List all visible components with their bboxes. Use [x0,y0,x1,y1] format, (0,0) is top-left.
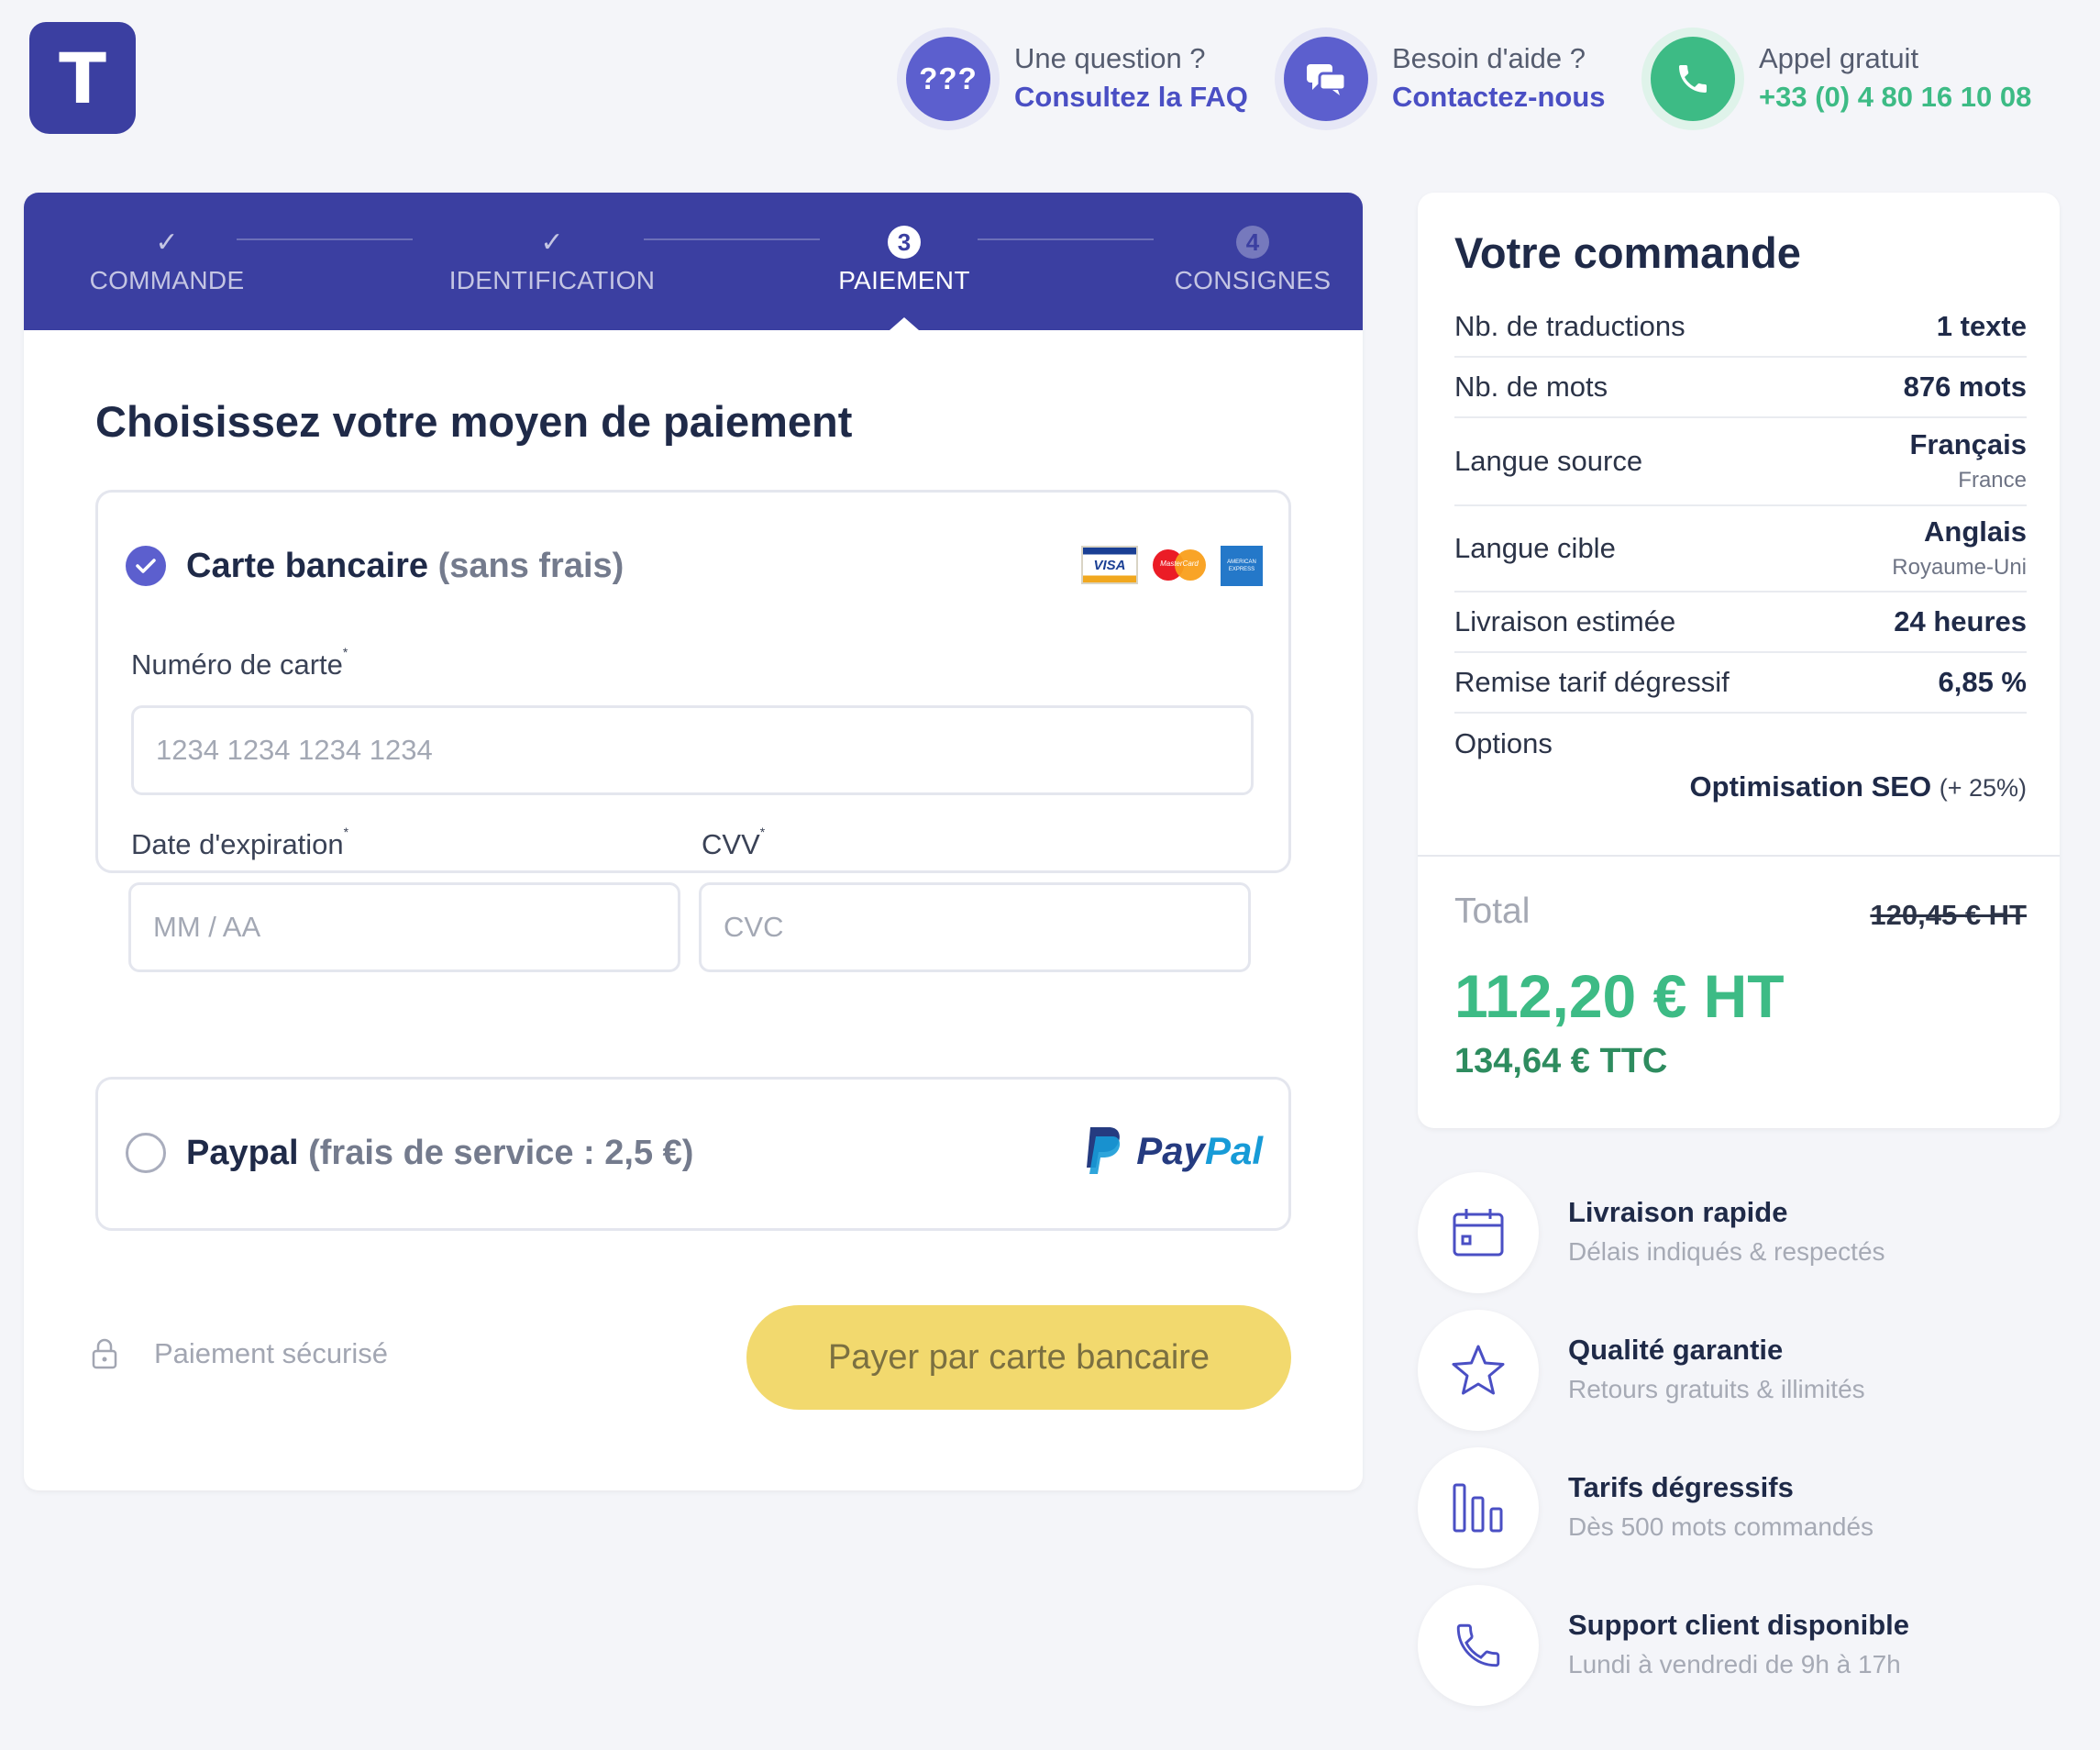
feature-subtitle: Retours gratuits & illimités [1568,1375,1865,1403]
page-title: Choisissez votre moyen de paiement [95,397,853,446]
radio-unselected[interactable] [126,1133,166,1173]
divider [1418,855,2060,857]
feature-item: Qualité garantie Retours gratuits & illim… [1418,1310,1865,1431]
pay-button[interactable]: Payer par carte bancaire [746,1305,1291,1410]
check-icon: ✓ [155,227,179,258]
card-number-input[interactable]: 1234 1234 1234 1234 [131,705,1254,795]
payment-card: ✓ COMMANDE ✓ IDENTIFICATION 3 PAIEMENT 4… [24,193,1363,1490]
feature-item: Livraison rapide Délais indiqués & respec… [1418,1172,1885,1293]
summary-row: Options [1454,727,1553,759]
paypal-payment-option[interactable]: Paypal (frais de service : 2,5 €) Pay Pal [95,1077,1291,1231]
old-price: 120,45 € HT [1870,899,2027,931]
step-commande[interactable]: ✓ COMMANDE [42,193,292,330]
summary-row: Livraison estimée 24 heures [1454,593,2027,653]
step-label: COMMANDE [89,266,245,294]
paypal-option-label: Paypal [186,1133,299,1172]
visa-icon: VISA [1081,546,1138,584]
cvv-input[interactable]: CVC [699,882,1251,972]
selected-option: Optimisation SEO (+ 25%) [1689,770,2027,803]
call-label: Appel gratuit [1759,42,1919,74]
summary-row: Nb. de mots 876 mots [1454,358,2027,418]
card-payment-option[interactable]: Carte bancaire (sans frais) VISA MasterC… [95,490,1291,873]
order-title: Votre commande [1454,228,1801,277]
lock-icon [92,1338,117,1369]
feature-subtitle: Dès 500 mots commandés [1568,1512,1874,1541]
faq-icon: ??? [897,28,1000,130]
feature-item: Tarifs dégressifs Dès 500 mots commandés [1418,1447,1873,1568]
step-label: PAIEMENT [838,266,970,294]
contact-link[interactable]: Besoin d'aide ? Contactez-nous [1275,28,1606,130]
card-option-header[interactable]: Carte bancaire (sans frais) [126,546,624,586]
checkout-steps: ✓ COMMANDE ✓ IDENTIFICATION 3 PAIEMENT 4… [24,193,1363,330]
feature-title: Livraison rapide [1568,1196,1788,1228]
card-number-label: Numéro de carte* [131,645,348,681]
summary-row: Langue cible Anglais Royaume-Uni [1454,506,2027,593]
star-icon [1418,1310,1539,1431]
price-ttc: 134,64 € TTC [1454,1042,1668,1080]
step-paiement: 3 PAIEMENT [812,193,996,330]
company-logo[interactable]: T [29,22,136,134]
feature-title: Qualité garantie [1568,1334,1784,1366]
step-label: CONSIGNES [1174,266,1332,294]
step-identification[interactable]: ✓ IDENTIFICATION [407,193,697,330]
feature-title: Support client disponible [1568,1609,1909,1641]
step-number: 3 [888,226,921,259]
card-brand-logos: VISA MasterCard AMERICAN EXPRESS [1081,546,1263,586]
secure-label: Paiement sécurisé [154,1337,389,1369]
chat-icon [1275,28,1377,130]
summary-row: Langue source Français France [1454,418,2027,506]
contact-link-text[interactable]: Contactez-nous [1392,77,1606,117]
step-label: IDENTIFICATION [448,266,656,294]
calendar-icon [1418,1172,1539,1293]
check-icon: ✓ [540,227,564,258]
step-consignes: 4 CONSIGNES [1161,193,1344,330]
mastercard-icon: MasterCard [1151,546,1208,584]
phone-icon [1641,28,1744,130]
amex-icon: AMERICAN EXPRESS [1221,546,1263,586]
secure-payment-note: Paiement sécurisé [90,1337,388,1370]
help-question: Besoin d'aide ? [1392,42,1586,74]
faq-link-text[interactable]: Consultez la FAQ [1014,77,1248,117]
paypal-option-header[interactable]: Paypal (frais de service : 2,5 €) [126,1133,693,1173]
paypal-option-fee: (frais de service : 2,5 €) [308,1133,694,1172]
feature-subtitle: Lundi à vendredi de 9h à 17h [1568,1650,1901,1678]
summary-row: Remise tarif dégressif 6,85 % [1454,653,2027,714]
card-option-fee: (sans frais) [437,546,624,585]
logo-letter: T [59,37,106,119]
feature-subtitle: Délais indiqués & respectés [1568,1237,1885,1266]
price-ht: 112,20 € HT [1454,962,1785,1030]
expiry-label: Date d'expiration* [131,825,349,860]
phone-icon [1418,1585,1539,1706]
paypal-logo-icon: Pay Pal [1083,1125,1263,1177]
feature-item: Support client disponible Lundi à vendred… [1418,1585,1909,1706]
order-summary: Votre commande Nb. de traductions 1 texte… [1418,193,2060,1128]
expiry-input[interactable]: MM / AA [128,882,680,972]
total-label: Total [1454,892,1531,931]
phone-number[interactable]: +33 (0) 4 80 16 10 08 [1759,77,2031,117]
card-option-label: Carte bancaire [186,546,429,585]
faq-question: Une question ? [1014,42,1206,74]
faq-link[interactable]: ??? Une question ? Consultez la FAQ [897,28,1248,130]
phone-call-link[interactable]: Appel gratuit +33 (0) 4 80 16 10 08 [1641,28,2031,130]
cvv-label: CVV* [702,825,766,860]
active-step-pointer [890,317,919,330]
bars-chart-icon [1418,1447,1539,1568]
feature-title: Tarifs dégressifs [1568,1471,1794,1503]
step-number: 4 [1236,226,1269,259]
summary-row: Nb. de traductions 1 texte [1454,297,2027,358]
radio-selected[interactable] [126,546,166,586]
